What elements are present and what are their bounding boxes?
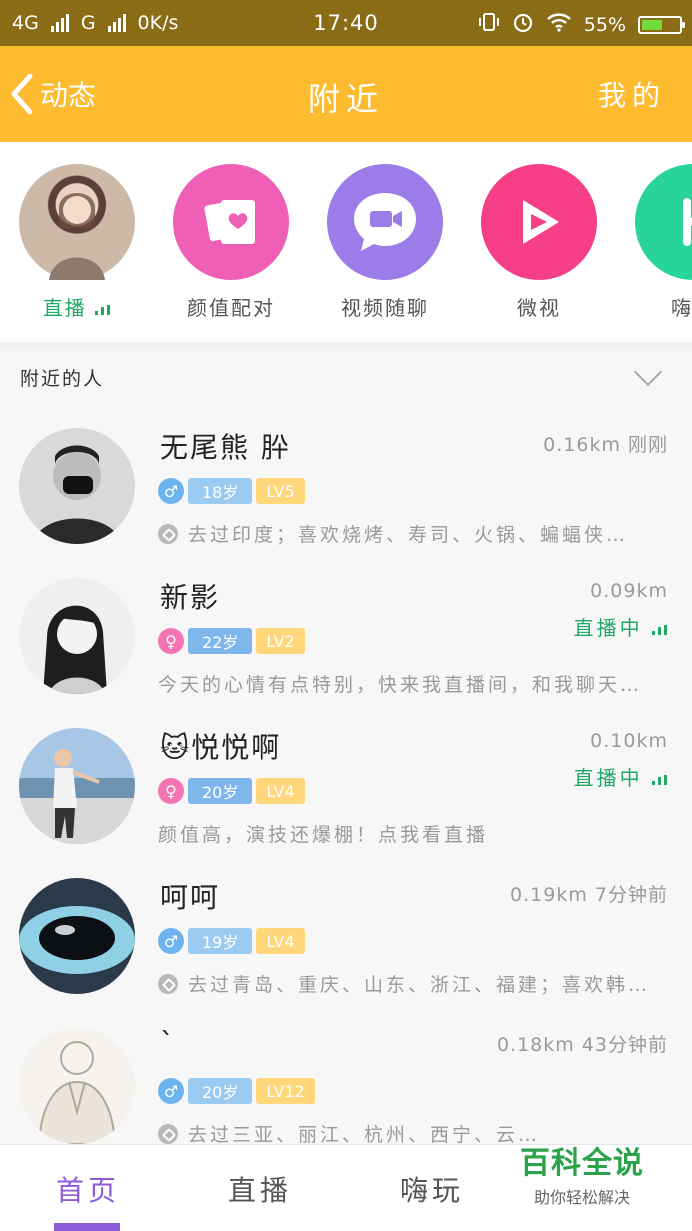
person-badges: ♂ 18岁 LV5 — [158, 478, 305, 504]
age-badge: 20岁 — [188, 1078, 253, 1104]
level-badge: LV5 — [256, 478, 305, 504]
person-name: 无尾熊 肸 — [160, 431, 291, 464]
quick-entry-label: 嗨玩 — [671, 296, 692, 320]
quick-entry-label: 微视 — [517, 296, 561, 320]
age-badge: 22岁 — [188, 628, 253, 654]
person-tagline: 今天的心情有点特别，快来我直播间，和我聊天… — [158, 674, 643, 696]
person-name: 新影 — [160, 581, 221, 614]
game-icon — [635, 164, 692, 280]
tag-icon — [158, 973, 178, 994]
avatar — [19, 1028, 135, 1144]
status-bar: 4G G 0K/s 17:40 55% — [0, 0, 692, 46]
mine-button[interactable]: 我的 — [598, 74, 666, 114]
chevron-down-icon[interactable] — [633, 357, 663, 387]
female-icon: ♀ — [158, 778, 184, 804]
card-heart-icon — [173, 164, 289, 280]
video-chat-icon — [327, 164, 443, 280]
nearby-person-row[interactable]: ˋ 0.18km 43分钟前 ♂ 20岁 LV12 去过三亚、丽江、杭州、西宁、… — [0, 1002, 692, 1144]
nearby-title: 附近的人 — [20, 368, 105, 390]
quick-entry-play[interactable]: 嗨玩 — [633, 164, 692, 321]
level-badge: LV4 — [256, 928, 305, 954]
live-status: 直播中 — [574, 612, 668, 641]
tab-play[interactable]: 嗨玩 — [372, 1169, 492, 1209]
person-meta: 0.19km 7分钟前 — [510, 880, 668, 907]
avatar — [19, 728, 135, 844]
nearby-person-row[interactable]: 新影 0.09km 直播中 ♀ 22岁 LV2 今天的心情有点特别，快来我直播间… — [0, 552, 692, 702]
nearby-list[interactable]: 附近的人 无尾熊 肸 0.16km 刚刚 ♂ 18岁 LV5 去过印度；喜欢烧烤… — [0, 348, 692, 1144]
person-distance: 0.09km — [590, 580, 668, 602]
person-distance: 0.18km 43分钟前 — [496, 1034, 668, 1056]
person-badges: ♂ 19岁 LV4 — [158, 928, 305, 954]
level-badge: LV12 — [256, 1078, 315, 1104]
quick-entry-live[interactable]: 直播 — [17, 164, 137, 321]
nearby-person-row[interactable]: 呵呵 0.19km 7分钟前 ♂ 19岁 LV4 去过青岛、重庆、山东、浙江、福… — [0, 852, 692, 1002]
wifi-icon — [546, 12, 572, 37]
female-icon: ♀ — [158, 628, 184, 654]
male-icon: ♂ — [158, 478, 184, 504]
person-name: ˋ — [160, 1026, 176, 1059]
tab-home[interactable]: 首页 — [28, 1169, 148, 1209]
person-meta: 0.18km 43分钟前 — [497, 1030, 668, 1057]
tag-icon — [158, 1123, 178, 1144]
tag-icon — [158, 523, 178, 544]
person-tagline: 去过青岛、重庆、山东、浙江、福建；喜欢韩… — [158, 970, 678, 997]
quick-entry-weishi[interactable]: 微视 — [479, 164, 599, 321]
avatar — [19, 428, 135, 544]
avatar — [19, 878, 135, 994]
watermark-title: 百科全说 — [520, 1146, 644, 1181]
age-badge: 19岁 — [188, 928, 253, 954]
person-meta: 0.10km 直播中 — [574, 730, 668, 791]
nearby-person-row[interactable]: 🐱悦悦啊 0.10km 直播中 ♀ 20岁 LV4 颜值高，演技还爆棚！点我看直… — [0, 702, 692, 852]
system-icons: 55% — [478, 11, 685, 38]
nearby-person-row[interactable]: 无尾熊 肸 0.16km 刚刚 ♂ 18岁 LV5 去过印度；喜欢烧烤、寿司、火… — [0, 402, 692, 552]
quick-entry-label: 直播 — [42, 296, 87, 320]
avatar — [19, 578, 135, 694]
quick-entry-bar: 直播 颜值配对 视频随聊 微视 嗨玩 — [0, 142, 692, 342]
battery-icon — [638, 15, 685, 34]
live-status: 直播中 — [574, 762, 668, 791]
person-distance: 0.10km — [590, 730, 668, 752]
person-badges: ♀ 22岁 LV2 — [158, 628, 305, 654]
person-distance: 0.19km 7分钟前 — [510, 884, 668, 906]
level-badge: LV2 — [256, 628, 305, 654]
level-badge: LV4 — [256, 778, 305, 804]
male-icon: ♂ — [158, 928, 184, 954]
quick-entry-match[interactable]: 颜值配对 — [171, 164, 291, 321]
tab-live[interactable]: 直播 — [200, 1169, 320, 1209]
person-name: 呵呵 — [160, 881, 221, 914]
quick-entry-label: 颜值配对 — [187, 296, 275, 320]
person-distance: 0.16km 刚刚 — [543, 434, 668, 456]
title-bar: 动态 附近 我的 — [0, 46, 692, 142]
page-title: 附近 — [307, 80, 384, 118]
person-meta: 0.16km 刚刚 — [543, 430, 668, 457]
vibrate-icon — [478, 11, 500, 38]
nearby-header[interactable]: 附近的人 — [0, 348, 692, 402]
battery-percent: 55% — [583, 13, 626, 36]
person-badges: ♂ 20岁 LV12 — [158, 1078, 315, 1104]
watermark-logo: 百科全说 助你轻松解决 — [512, 1138, 652, 1207]
person-meta: 0.09km 直播中 — [574, 580, 668, 641]
watermark-subtitle: 助你轻松解决 — [533, 1188, 630, 1207]
person-name: 🐱悦悦啊 — [160, 731, 282, 764]
play-icon — [481, 164, 597, 280]
person-tagline: 去过印度；喜欢烧烤、寿司、火锅、蝙蝠侠… — [158, 520, 678, 547]
live-bars-icon — [652, 625, 667, 635]
live-avatar — [19, 164, 135, 280]
quick-entry-label: 视频随聊 — [341, 296, 429, 320]
alarm-icon — [512, 11, 534, 38]
person-badges: ♀ 20岁 LV4 — [158, 778, 305, 804]
quick-entry-video-chat[interactable]: 视频随聊 — [325, 164, 445, 321]
male-icon: ♂ — [158, 1078, 184, 1104]
live-bars-icon — [652, 775, 667, 785]
age-badge: 18岁 — [188, 478, 253, 504]
person-tagline: 颜值高，演技还爆棚！点我看直播 — [158, 824, 489, 846]
age-badge: 20岁 — [188, 778, 253, 804]
live-bars-icon — [95, 305, 111, 315]
